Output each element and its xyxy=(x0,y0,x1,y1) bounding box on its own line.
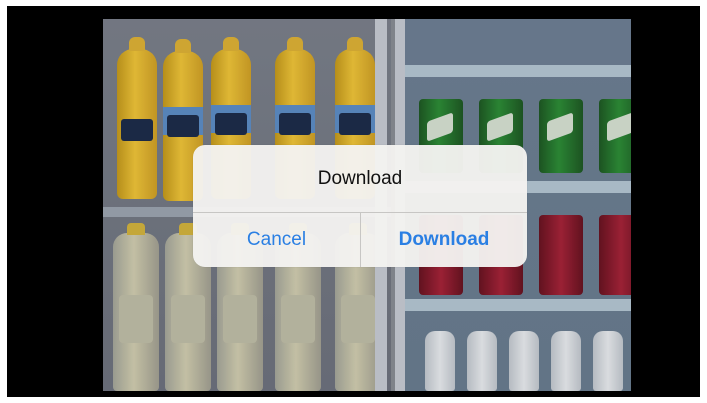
alert-title: Download xyxy=(317,167,403,189)
download-button[interactable]: Download xyxy=(361,213,527,267)
download-alert-dialog: Download Cancel Download xyxy=(193,145,527,267)
cancel-button[interactable]: Cancel xyxy=(193,213,360,267)
